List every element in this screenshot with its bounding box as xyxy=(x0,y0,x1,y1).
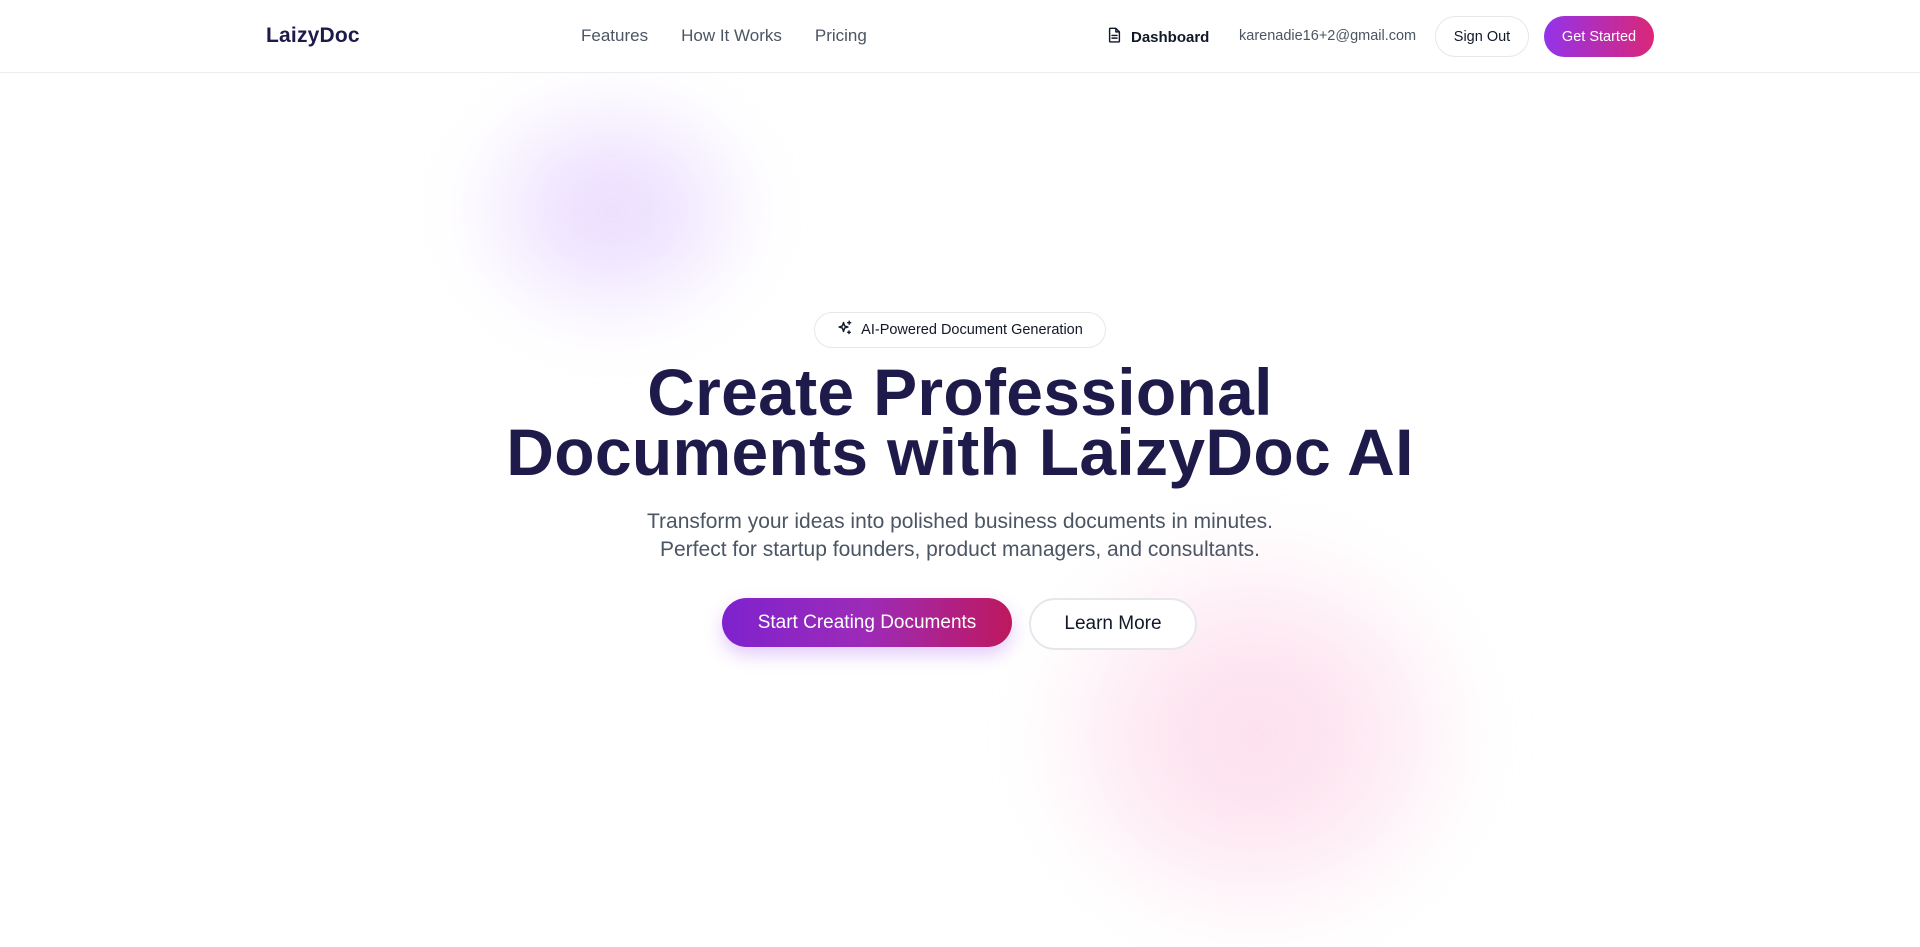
user-email: karenadie16+2@gmail.com xyxy=(1239,28,1417,44)
start-creating-button[interactable]: Start Creating Documents xyxy=(722,598,1012,647)
hero-subtitle-line-2: Perfect for startup founders, product ma… xyxy=(660,538,1260,561)
hero-subtitle: Transform your ideas into polished busin… xyxy=(560,508,1360,564)
dashboard-label: Dashboard xyxy=(1131,28,1210,46)
feature-badge: AI-Powered Document Generation xyxy=(814,312,1106,348)
document-icon xyxy=(1107,27,1122,47)
learn-more-button[interactable]: Learn More xyxy=(1029,598,1197,650)
top-navbar: LaizyDoc Features How It Works Pricing D… xyxy=(0,0,1920,73)
nav-item-how-it-works[interactable]: How It Works xyxy=(681,26,782,46)
get-started-button[interactable]: Get Started xyxy=(1544,16,1654,57)
decorative-purple-blob xyxy=(462,85,762,335)
dashboard-link[interactable]: Dashboard xyxy=(1107,27,1209,47)
hero-subtitle-line-1: Transform your ideas into polished busin… xyxy=(646,510,1274,533)
brand-logo[interactable]: LaizyDoc xyxy=(266,24,360,48)
sign-out-button[interactable]: Sign Out xyxy=(1435,16,1529,57)
nav-item-features[interactable]: Features xyxy=(581,26,648,46)
nav-item-pricing[interactable]: Pricing xyxy=(815,26,867,46)
hero-title: Create Professional Documents with Laizy… xyxy=(460,359,1460,485)
main-nav: Features How It Works Pricing xyxy=(581,26,867,46)
hero-title-line-2: Documents with LaizyDoc AI xyxy=(506,415,1414,489)
sparkles-icon xyxy=(837,320,853,340)
decorative-pink-blob xyxy=(1035,535,1475,935)
landing-page: LaizyDoc Features How It Works Pricing D… xyxy=(0,0,1920,947)
badge-label: AI-Powered Document Generation xyxy=(861,322,1083,338)
